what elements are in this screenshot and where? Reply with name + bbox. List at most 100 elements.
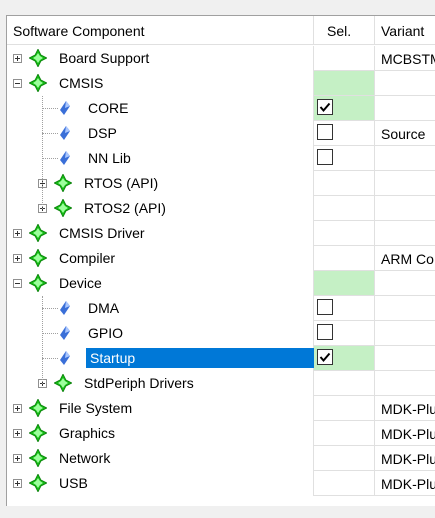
component-label[interactable]: Graphics xyxy=(57,425,117,442)
unchecked-checkbox[interactable] xyxy=(317,149,333,165)
component-tree-panel: Software Component Sel. Variant Board Su… xyxy=(6,15,435,518)
sel-cell[interactable] xyxy=(314,96,375,121)
sel-cell xyxy=(314,446,375,471)
variant-cell[interactable]: MDK-Plu xyxy=(375,396,435,421)
collapse-icon[interactable] xyxy=(13,279,22,288)
variant-cell[interactable] xyxy=(375,96,435,121)
variant-cell[interactable] xyxy=(375,296,435,321)
component-label[interactable]: RTOS2 (API) xyxy=(82,200,168,217)
variant-cell[interactable]: MDK-Plu xyxy=(375,446,435,471)
component-cell: NN Lib xyxy=(7,146,314,171)
component-cell: DMA xyxy=(7,296,314,321)
sel-cell[interactable] xyxy=(314,296,375,321)
variant-cell[interactable]: MDK-Plu xyxy=(375,471,435,496)
component-cell: CMSIS xyxy=(7,71,314,96)
component-label[interactable]: Network xyxy=(57,450,112,467)
tree-row[interactable]: Board Support MCBSTM xyxy=(7,46,435,71)
variant-cell[interactable]: Source xyxy=(375,121,435,146)
component-item-icon xyxy=(60,126,70,140)
tree-row[interactable]: File System MDK-Plu xyxy=(7,396,435,421)
variant-cell[interactable] xyxy=(375,271,435,296)
component-cell: DSP xyxy=(7,121,314,146)
collapse-icon[interactable] xyxy=(13,79,22,88)
tree-row[interactable]: CORE xyxy=(7,96,435,121)
component-group-icon xyxy=(28,423,48,443)
variant-cell[interactable] xyxy=(375,171,435,196)
tree-row[interactable]: NN Lib xyxy=(7,146,435,171)
component-cell: RTOS (API) xyxy=(7,171,314,196)
component-cell: CMSIS Driver xyxy=(7,221,314,246)
column-header-sel[interactable]: Sel. xyxy=(314,16,375,45)
component-label[interactable]: Board Support xyxy=(57,50,151,67)
tree-connector xyxy=(42,308,58,309)
tree-row[interactable]: CMSIS Driver xyxy=(7,221,435,246)
component-label[interactable]: File System xyxy=(57,400,134,417)
variant-cell[interactable] xyxy=(375,321,435,346)
component-cell: USB xyxy=(7,471,314,496)
sel-cell xyxy=(314,371,375,396)
component-group-icon xyxy=(28,448,48,468)
expand-icon[interactable] xyxy=(13,229,22,238)
tree-row[interactable]: StdPeriph Drivers xyxy=(7,371,435,396)
component-label[interactable]: Startup xyxy=(86,348,321,368)
rte-window: Software Component Sel. Variant Board Su… xyxy=(0,0,435,518)
component-label[interactable]: StdPeriph Drivers xyxy=(82,375,196,392)
tree-row[interactable]: Network MDK-Plu xyxy=(7,446,435,471)
variant-cell[interactable] xyxy=(375,221,435,246)
component-label[interactable]: Compiler xyxy=(57,250,117,267)
checked-checkbox[interactable] xyxy=(317,349,333,365)
tree-connector xyxy=(42,358,58,359)
variant-cell[interactable]: MCBSTM xyxy=(375,46,435,71)
variant-cell[interactable] xyxy=(375,71,435,96)
expand-icon[interactable] xyxy=(13,479,22,488)
component-cell: GPIO xyxy=(7,321,314,346)
tree-row[interactable]: DSP Source xyxy=(7,121,435,146)
variant-cell[interactable] xyxy=(375,371,435,396)
component-label[interactable]: GPIO xyxy=(86,325,125,342)
variant-cell[interactable]: ARM Co xyxy=(375,246,435,271)
unchecked-checkbox[interactable] xyxy=(317,299,333,315)
component-label[interactable]: RTOS (API) xyxy=(82,175,160,192)
unchecked-checkbox[interactable] xyxy=(317,124,333,140)
sel-cell[interactable] xyxy=(314,321,375,346)
expand-icon[interactable] xyxy=(13,254,22,263)
sel-cell[interactable] xyxy=(314,346,375,371)
component-label[interactable]: CMSIS xyxy=(57,75,105,92)
component-label[interactable]: NN Lib xyxy=(86,150,133,167)
expand-icon[interactable] xyxy=(13,54,22,63)
tree-row[interactable]: Graphics MDK-Plu xyxy=(7,421,435,446)
component-item-icon xyxy=(60,326,70,340)
tree-row[interactable]: CMSIS xyxy=(7,71,435,96)
variant-cell[interactable] xyxy=(375,146,435,171)
tree-row[interactable]: Compiler ARM Co xyxy=(7,246,435,271)
variant-cell[interactable] xyxy=(375,346,435,371)
column-header-variant[interactable]: Variant xyxy=(375,16,435,45)
component-label[interactable]: CMSIS Driver xyxy=(57,225,147,242)
unchecked-checkbox[interactable] xyxy=(317,324,333,340)
column-header-software-component[interactable]: Software Component xyxy=(7,16,314,45)
sel-cell[interactable] xyxy=(314,121,375,146)
tree-row[interactable]: RTOS2 (API) xyxy=(7,196,435,221)
tree-row[interactable]: RTOS (API) xyxy=(7,171,435,196)
component-group-icon xyxy=(28,223,48,243)
tree-row[interactable]: Device xyxy=(7,271,435,296)
tree-row[interactable]: Startup xyxy=(7,346,435,371)
expand-icon[interactable] xyxy=(13,404,22,413)
tree-row[interactable]: DMA xyxy=(7,296,435,321)
expand-icon[interactable] xyxy=(13,429,22,438)
sel-cell[interactable] xyxy=(314,146,375,171)
component-label[interactable]: DSP xyxy=(86,125,119,142)
tree-row[interactable]: GPIO xyxy=(7,321,435,346)
tree-connector xyxy=(42,108,58,109)
variant-cell[interactable] xyxy=(375,196,435,221)
component-label[interactable]: DMA xyxy=(86,300,121,317)
component-label[interactable]: USB xyxy=(57,475,90,492)
component-label[interactable]: Device xyxy=(57,275,104,292)
expand-icon[interactable] xyxy=(13,454,22,463)
component-group-icon xyxy=(28,273,48,293)
variant-cell[interactable]: MDK-Plu xyxy=(375,421,435,446)
checked-checkbox[interactable] xyxy=(317,99,333,115)
tree-connector xyxy=(42,333,58,334)
component-label[interactable]: CORE xyxy=(86,100,130,117)
tree-row[interactable]: USB MDK-Plu xyxy=(7,471,435,496)
